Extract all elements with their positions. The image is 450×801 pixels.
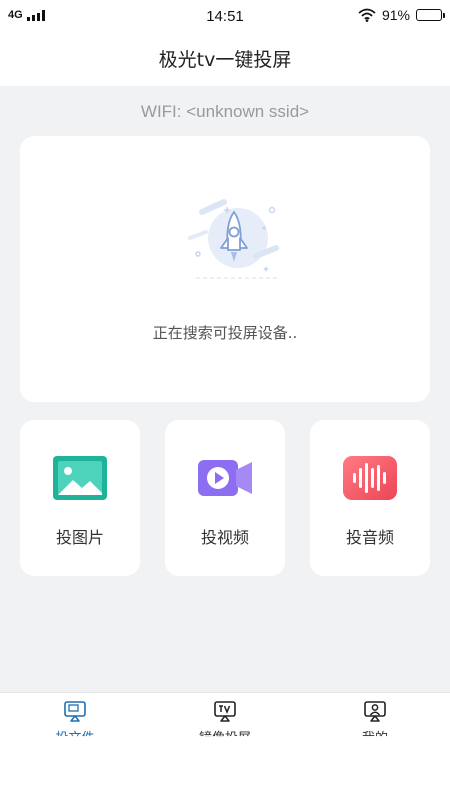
cast-image-button[interactable]: 投图片 [20, 420, 140, 576]
battery-icon [416, 9, 445, 21]
status-right: 91% [358, 7, 445, 23]
searching-status-text: 正在搜索可投屏设备.. [152, 324, 298, 342]
wifi-label: WIFI: <unknown ssid> [140, 102, 310, 121]
tab-mirror-screen[interactable]: 镜像投屏 [150, 693, 300, 801]
nav-bar: 极光tv一键投屏 [0, 34, 450, 86]
tv-mirror-icon [214, 701, 236, 722]
battery-percent: 91% [381, 7, 410, 23]
tab-mirror-screen-label: 镜像投屏 [198, 731, 251, 746]
bottom-tab-bar: 投文件 镜像投屏 我的 [0, 692, 450, 801]
cast-audio-button[interactable]: 投音频 [310, 420, 430, 576]
cast-video-label: 投视频 [200, 528, 249, 547]
tab-mine[interactable]: 我的 [300, 693, 450, 801]
tab-cast-file[interactable]: 投文件 [0, 693, 150, 801]
tab-cast-file-label: 投文件 [55, 731, 95, 746]
status-bar: 4G 14:51 91% [0, 0, 450, 34]
cast-video-button[interactable]: 投视频 [165, 420, 285, 576]
rocket-illustration-icon [188, 199, 280, 279]
video-camera-icon [198, 460, 252, 496]
tab-mine-label: 我的 [361, 731, 388, 746]
page-title: 极光tv一键投屏 [158, 49, 292, 71]
device-search-card: 正在搜索可投屏设备.. [20, 136, 430, 402]
wifi-icon [358, 8, 376, 22]
audio-wave-icon [343, 456, 397, 500]
cast-audio-label: 投音频 [345, 528, 394, 547]
file-cast-icon [64, 701, 86, 722]
image-icon [53, 456, 107, 500]
user-profile-icon [364, 701, 386, 722]
cast-image-label: 投图片 [55, 528, 104, 547]
main-content: WIFI: <unknown ssid> 正在搜索可投屏设备.. 投图片 投视频… [0, 86, 450, 692]
